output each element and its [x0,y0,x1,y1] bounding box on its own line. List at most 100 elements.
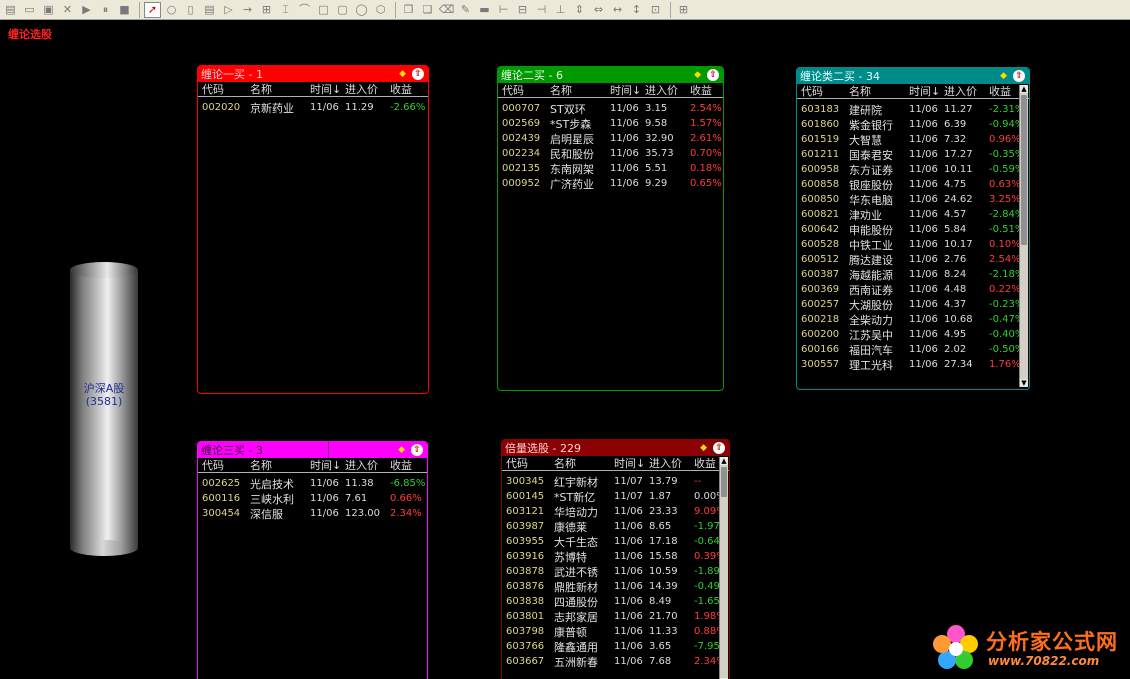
stock-row[interactable]: 601519 大智慧 11/06 7.32 0.96% [797,132,1029,147]
paste-icon[interactable]: ❏ [419,2,436,18]
column-code[interactable]: 代码 [801,83,823,99]
play-icon[interactable]: ▶ [78,2,95,18]
same-size-icon[interactable]: ⊡ [647,2,664,18]
column-price[interactable]: 进入价 [345,81,378,97]
panel-header[interactable]: 缠论类二买 - 34 ◆ ⇧ [797,68,1029,84]
align-right-icon[interactable]: ⊣ [533,2,550,18]
column-ret[interactable]: 收益 [390,457,412,473]
stock-row[interactable]: 603801 志邦家居 11/06 21.70 1.98% [502,609,729,624]
stock-row[interactable]: 600858 银座股份 11/06 4.75 0.63% [797,177,1029,192]
stock-row[interactable]: 600145 *ST新亿 11/07 1.87 0.00% [502,489,729,504]
vertical-scrollbar[interactable]: ▲▼ [719,457,728,679]
stock-row[interactable]: 002439 启明星辰 11/06 32.90 2.61% [498,131,723,146]
column-ret[interactable]: 收益 [694,455,716,471]
diamond-icon[interactable]: ◆ [398,445,405,455]
stock-row[interactable]: 300557 理工光科 11/06 27.34 1.76% [797,357,1029,372]
stock-row[interactable]: 600218 全柴动力 11/06 10.68 -0.47% [797,312,1029,327]
circle-icon[interactable]: ○ [163,2,180,18]
stock-row[interactable]: 002020 京新药业 11/06 11.29 -2.66% [198,100,428,115]
rounded-icon[interactable]: ▢ [334,2,351,18]
stock-row[interactable]: 600257 大湖股份 11/06 4.37 -0.23% [797,297,1029,312]
folder-icon[interactable]: ▭ [21,2,38,18]
column-time[interactable]: 时间↓ [909,83,940,99]
stock-row[interactable]: 000952 广济药业 11/06 9.29 0.65% [498,176,723,191]
vertical-scrollbar[interactable]: ▲▼ [1019,85,1028,387]
diamond-icon[interactable]: ◆ [399,69,406,79]
line-icon[interactable]: ⌶ [277,2,294,18]
stock-row[interactable]: 603955 大千生态 11/06 17.18 -0.64% [502,534,729,549]
arrow-icon[interactable]: → [239,2,256,18]
shape-icon[interactable]: ⌒ [296,2,313,18]
panel-header[interactable]: 缠论三买 - 3 ◆ ⇧ [198,442,427,458]
triangle-icon[interactable]: ▷ [220,2,237,18]
column-name[interactable]: 名称 [849,83,871,99]
column-price[interactable]: 进入价 [649,455,682,471]
stock-row[interactable]: 601860 紫金银行 11/06 6.39 -0.94% [797,117,1029,132]
distribute-h-icon[interactable]: ⇔ [590,2,607,18]
pointer-icon[interactable]: ➚ [144,1,161,18]
panel-chan-sim-buy2[interactable]: 缠论类二买 - 34 ◆ ⇧ 代码 名称 时间↓ 进入价 收益 603183 建研院 11/06 11… [796,67,1030,390]
column-code[interactable]: 代码 [502,82,524,98]
column-time[interactable]: 时间↓ [610,82,641,98]
stock-row[interactable]: 600369 西南证券 11/06 4.48 0.22% [797,282,1029,297]
stock-row[interactable]: 600200 江苏吴中 11/06 4.95 -0.40% [797,327,1029,342]
column-price[interactable]: 进入价 [944,83,977,99]
scroll-thumb[interactable] [721,467,727,497]
column-price[interactable]: 进入价 [645,82,678,98]
market-pool-cylinder[interactable]: 沪深A股 (3581) [70,262,138,556]
column-code[interactable]: 代码 [506,455,528,471]
column-time[interactable]: 时间↓ [310,81,341,97]
stock-row[interactable]: 603183 建研院 11/06 11.27 -2.31% [797,102,1029,117]
diamond-icon[interactable]: ◆ [1000,71,1007,81]
stock-row[interactable]: 002569 *ST步森 11/06 9.58 1.57% [498,116,723,131]
paint-icon[interactable]: ✎ [457,2,474,18]
stock-row[interactable]: 603121 华培动力 11/06 23.33 9.09% [502,504,729,519]
panel-chan-buy1[interactable]: 缠论一买 - 1 ◆ ⇧ 代码 名称 时间↓ 进入价 收益 002020 京新药业 11/06 11.… [197,65,429,394]
column-code[interactable]: 代码 [202,81,224,97]
column-ret[interactable]: 收益 [690,82,712,98]
rect-icon[interactable]: ▯ [182,2,199,18]
stock-row[interactable]: 603876 鼎胜新材 11/06 14.39 -0.49% [502,579,729,594]
column-name[interactable]: 名称 [250,457,272,473]
stock-row[interactable]: 603667 五洲新春 11/06 7.68 2.34% [502,654,729,669]
align-left-icon[interactable]: ⊢ [495,2,512,18]
stock-row[interactable]: 600958 东方证券 11/06 10.11 -0.59% [797,162,1029,177]
panel-double-volume[interactable]: 倍量选股 - 229 ◆ ⇧ 代码 名称 时间↓ 进入价 收益 300345 红宇新材 11/07 1… [501,439,730,679]
same-width-icon[interactable]: ↔ [609,2,626,18]
column-ret[interactable]: 收益 [989,83,1011,99]
scroll-down-icon[interactable]: ▼ [1020,379,1028,387]
arrow-up-icon[interactable]: ⇧ [707,69,719,81]
stock-row[interactable]: 600166 福田汽车 11/06 2.02 -0.50% [797,342,1029,357]
align-center-icon[interactable]: ⊟ [514,2,531,18]
stock-row[interactable]: 603878 武进不锈 11/06 10.59 -1.89% [502,564,729,579]
stock-row[interactable]: 600821 津劝业 11/06 4.57 -2.84% [797,207,1029,222]
stock-row[interactable]: 603987 康德莱 11/06 8.65 -1.97% [502,519,729,534]
panel-chan-buy3[interactable]: 缠论三买 - 3 ◆ ⇧ 代码 名称 时间↓ 进入价 收益 002625 光启技术 11/06 11.… [197,441,428,679]
column-ret[interactable]: 收益 [390,81,412,97]
stock-row[interactable]: 002135 东南网架 11/06 5.51 0.18% [498,161,723,176]
split-icon[interactable]: ⊞ [258,2,275,18]
stock-row[interactable]: 600116 三峡水利 11/06 7.61 0.66% [198,491,427,506]
stock-row[interactable]: 603838 四通股份 11/06 8.49 -1.65% [502,594,729,609]
oval-icon[interactable]: ◯ [353,2,370,18]
hex-icon[interactable]: ⬡ [372,2,389,18]
page-icon[interactable]: ▤ [2,2,19,18]
column-name[interactable]: 名称 [250,81,272,97]
blank-icon[interactable]: ▤ [201,2,218,18]
same-height-icon[interactable]: ↕ [628,2,645,18]
scroll-thumb[interactable] [1021,95,1027,245]
align-bottom-icon[interactable]: ⊥ [552,2,569,18]
diamond-icon[interactable]: ◆ [700,443,707,453]
copy-icon[interactable]: ❐ [400,2,417,18]
stock-row[interactable]: 600850 华东电脑 11/06 24.62 3.25% [797,192,1029,207]
panel-header[interactable]: 倍量选股 - 229 ◆ ⇧ [502,440,729,456]
stock-row[interactable]: 600387 海越能源 11/06 8.24 -2.18% [797,267,1029,282]
stock-row[interactable]: 600642 申能股份 11/06 5.84 -0.51% [797,222,1029,237]
stock-row[interactable]: 000707 ST双环 11/06 3.15 2.54% [498,101,723,116]
square-icon[interactable]: □ [315,2,332,18]
stock-row[interactable]: 300345 红宇新材 11/07 13.79 -- [502,474,729,489]
column-name[interactable]: 名称 [550,82,572,98]
column-time[interactable]: 时间↓ [310,457,341,473]
column-price[interactable]: 进入价 [345,457,378,473]
distribute-v-icon[interactable]: ⇕ [571,2,588,18]
